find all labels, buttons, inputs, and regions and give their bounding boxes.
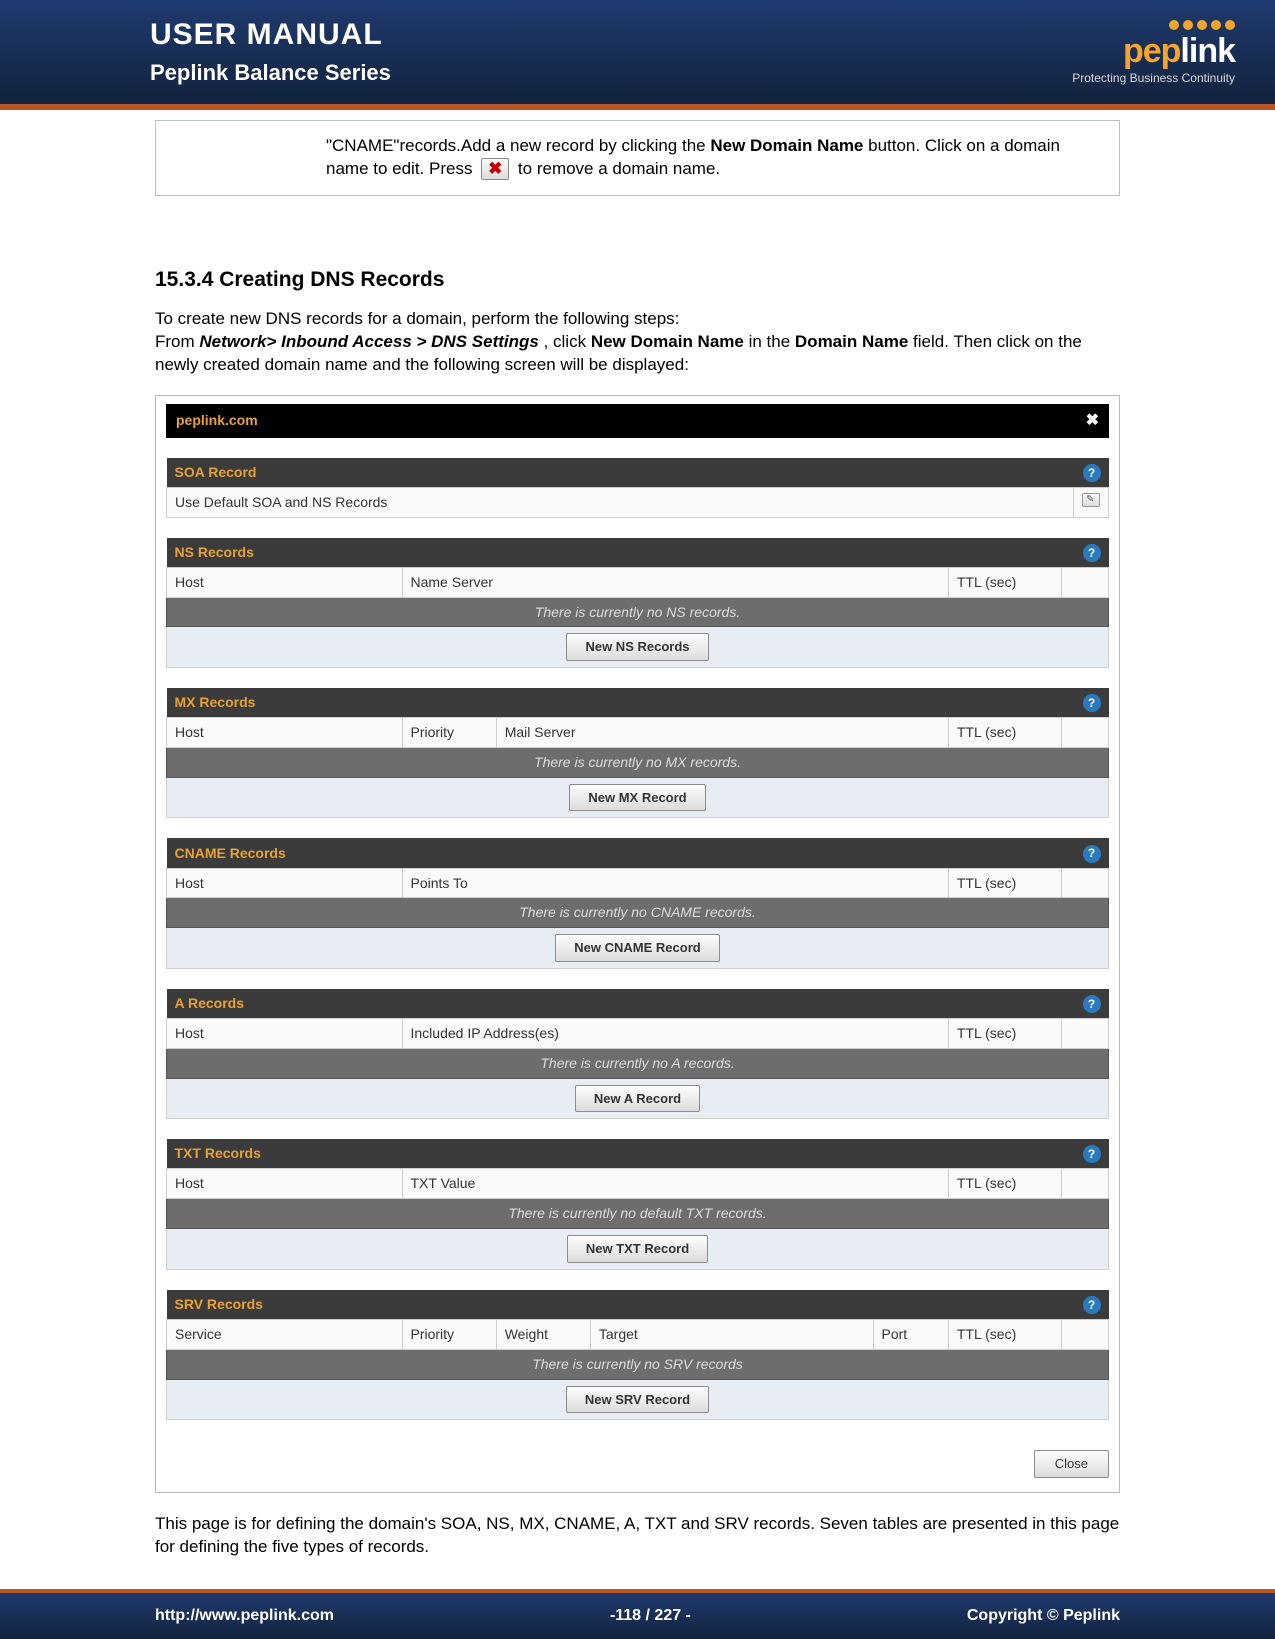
doc-title: USER MANUAL	[150, 18, 391, 52]
a-title: A Records	[167, 989, 1062, 1019]
remove-icon[interactable]: ✖	[481, 158, 509, 180]
new-txt-button[interactable]: New TXT Record	[567, 1235, 708, 1263]
col-ttl: TTL (sec)	[948, 868, 1061, 898]
footer-copyright: Copyright © Peplink	[967, 1607, 1120, 1625]
outro-text: This page is for defining the domain's S…	[155, 1513, 1120, 1559]
footer-page: -118 / 227 -	[610, 1607, 691, 1625]
document-header: USER MANUAL Peplink Balance Series pepli…	[0, 0, 1275, 110]
mx-empty: There is currently no MX records.	[167, 748, 1109, 778]
note-bold-new-domain: New Domain Name	[710, 136, 863, 155]
mx-title: MX Records	[167, 688, 1062, 718]
cname-table: CNAME Records ? Host Points To TTL (sec)…	[166, 838, 1109, 968]
dns-panel: peplink.com ✖ SOA Record ? Use Default S…	[155, 395, 1120, 1493]
col-priority: Priority	[402, 1319, 496, 1349]
col-mail-server: Mail Server	[496, 718, 948, 748]
logo-suffix: link	[1180, 32, 1235, 70]
cname-title: CNAME Records	[167, 838, 1062, 868]
header-titles: USER MANUAL Peplink Balance Series	[150, 18, 391, 86]
footer-url: http://www.peplink.com	[155, 1607, 334, 1625]
intro-pre: From	[155, 332, 199, 351]
col-name-server: Name Server	[402, 567, 948, 597]
a-table: A Records ? Host Included IP Address(es)…	[166, 989, 1109, 1119]
col-txt-value: TXT Value	[402, 1169, 948, 1199]
intro-line1: To create new DNS records for a domain, …	[155, 309, 679, 328]
logo-dots-icon	[1169, 20, 1235, 30]
note-box: "CNAME"records.Add a new record by click…	[155, 120, 1120, 196]
soa-default-row: Use Default SOA and NS Records	[167, 487, 1074, 517]
col-ip: Included IP Address(es)	[402, 1018, 948, 1048]
srv-empty: There is currently no SRV records	[167, 1349, 1109, 1379]
col-points-to: Points To	[402, 868, 948, 898]
col-host: Host	[167, 1169, 403, 1199]
new-a-button[interactable]: New A Record	[575, 1085, 700, 1113]
note-text-pre: "CNAME"records.Add a new record by click…	[326, 136, 710, 155]
col-host: Host	[167, 567, 403, 597]
srv-table: SRV Records ? Service Priority Weight Ta…	[166, 1290, 1109, 1420]
cname-empty: There is currently no CNAME records.	[167, 898, 1109, 928]
logo-text: peplink	[1123, 32, 1235, 71]
new-mx-button[interactable]: New MX Record	[569, 784, 705, 812]
col-ttl: TTL (sec)	[948, 1018, 1061, 1048]
col-ttl: TTL (sec)	[948, 567, 1061, 597]
ns-table: NS Records ? Host Name Server TTL (sec) …	[166, 538, 1109, 668]
soa-title: SOA Record	[167, 458, 1074, 488]
col-target: Target	[590, 1319, 873, 1349]
page-body: "CNAME"records.Add a new record by click…	[0, 110, 1275, 1589]
col-weight: Weight	[496, 1319, 590, 1349]
new-srv-button[interactable]: New SRV Record	[566, 1386, 709, 1414]
dns-domain-title: peplink.com ✖	[166, 404, 1109, 438]
col-host: Host	[167, 868, 403, 898]
help-icon[interactable]: ?	[1083, 1296, 1101, 1314]
intro-mid2: in the	[749, 332, 795, 351]
txt-title: TXT Records	[167, 1139, 1062, 1169]
close-icon[interactable]: ✖	[1086, 410, 1099, 432]
col-ttl: TTL (sec)	[948, 1169, 1061, 1199]
nav-path: Network> Inbound Access > DNS Settings	[199, 332, 538, 351]
ns-title: NS Records	[167, 538, 1062, 568]
a-empty: There is currently no A records.	[167, 1048, 1109, 1078]
help-icon[interactable]: ?	[1083, 1145, 1101, 1163]
help-icon[interactable]: ?	[1083, 544, 1101, 562]
doc-subtitle: Peplink Balance Series	[150, 60, 391, 86]
help-icon[interactable]: ?	[1083, 995, 1101, 1013]
section-intro: To create new DNS records for a domain, …	[155, 308, 1120, 377]
section-heading: 15.3.4 Creating DNS Records	[155, 266, 1120, 294]
new-cname-button[interactable]: New CNAME Record	[555, 934, 719, 962]
col-ttl: TTL (sec)	[948, 718, 1061, 748]
col-host: Host	[167, 718, 403, 748]
help-icon[interactable]: ?	[1083, 694, 1101, 712]
edit-icon[interactable]	[1082, 493, 1100, 507]
txt-empty: There is currently no default TXT record…	[167, 1199, 1109, 1229]
txt-table: TXT Records ? Host TXT Value TTL (sec) T…	[166, 1139, 1109, 1269]
intro-bold2: Domain Name	[795, 332, 908, 351]
dns-domain-name: peplink.com	[176, 411, 258, 430]
help-icon[interactable]: ?	[1083, 464, 1101, 482]
logo-tagline: Protecting Business Continuity	[1072, 71, 1235, 85]
col-ttl: TTL (sec)	[948, 1319, 1061, 1349]
mx-table: MX Records ? Host Priority Mail Server T…	[166, 688, 1109, 818]
note-text-post: to remove a domain name.	[518, 159, 720, 178]
logo: peplink Protecting Business Continuity	[1072, 20, 1275, 85]
soa-table: SOA Record ? Use Default SOA and NS Reco…	[166, 458, 1109, 518]
col-priority: Priority	[402, 718, 496, 748]
col-port: Port	[873, 1319, 948, 1349]
close-button[interactable]: Close	[1034, 1450, 1109, 1478]
intro-mid1: , click	[544, 332, 591, 351]
new-ns-button[interactable]: New NS Records	[566, 633, 708, 661]
help-icon[interactable]: ?	[1083, 845, 1101, 863]
col-service: Service	[167, 1319, 403, 1349]
intro-bold1: New Domain Name	[591, 332, 744, 351]
srv-title: SRV Records	[167, 1290, 1062, 1320]
ns-empty: There is currently no NS records.	[167, 597, 1109, 627]
document-footer: http://www.peplink.com -118 / 227 - Copy…	[0, 1589, 1275, 1639]
col-host: Host	[167, 1018, 403, 1048]
